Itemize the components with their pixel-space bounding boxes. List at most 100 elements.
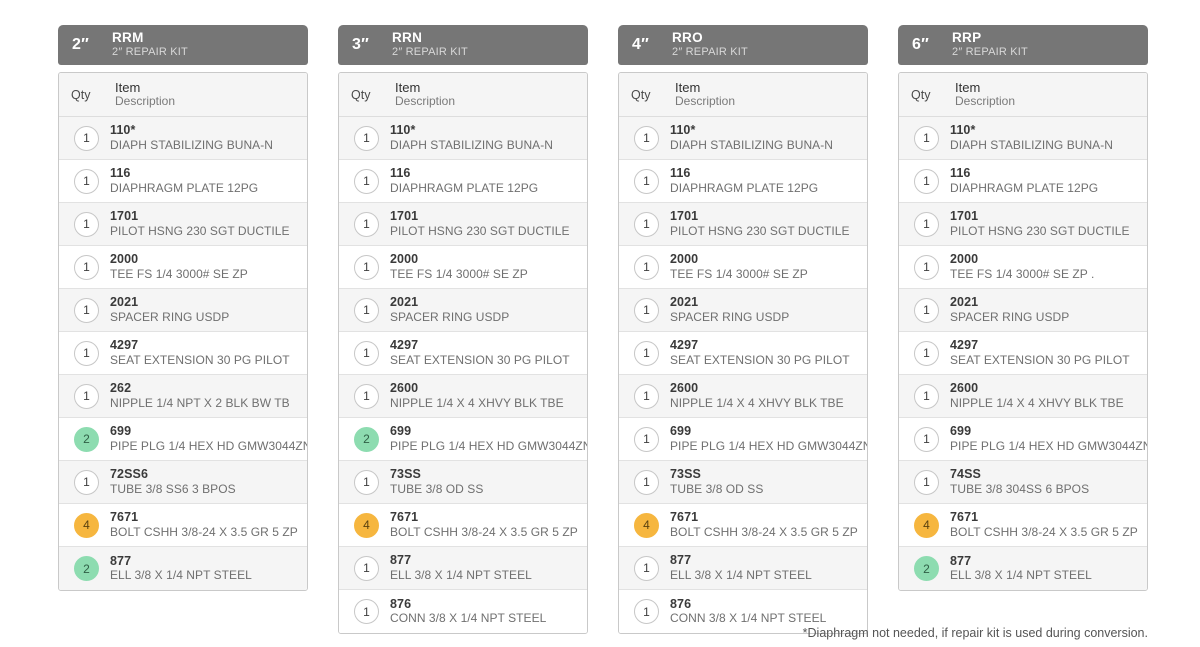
item-number: 7671 bbox=[950, 511, 979, 525]
qty-badge: 1 bbox=[74, 168, 99, 194]
qty-badge: 1 bbox=[74, 254, 99, 280]
qty-badge: 4 bbox=[354, 512, 379, 538]
qty-badge: 1 bbox=[914, 125, 939, 151]
item-number: 4297 bbox=[110, 339, 139, 353]
table-row: 4 7671 BOLT CSHH 3/8-24 X 3.5 GR 5 ZP bbox=[59, 504, 307, 547]
qty-badge: 1 bbox=[634, 254, 659, 280]
table-row: 1 2021 SPACER RING USDP bbox=[59, 289, 307, 332]
item-description: DIAPH STABILIZING BUNA-N bbox=[950, 137, 1114, 152]
item-description: DIAPH STABILIZING BUNA-N bbox=[670, 137, 834, 152]
table-row: 1 2021 SPACER RING USDP bbox=[339, 289, 587, 332]
item-description: CONN 3/8 X 1/4 NPT STEEL bbox=[670, 611, 827, 626]
item-description: SEAT EXTENSION 30 PG PILOT bbox=[110, 352, 290, 367]
kit-title-group: RRP 2″ REPAIR KIT bbox=[952, 31, 1028, 58]
qty-badge: 1 bbox=[914, 469, 939, 495]
table-row: 2 699 PIPE PLG 1/4 HEX HD GMW3044ZN bbox=[339, 418, 587, 461]
qty-badge: 1 bbox=[914, 383, 939, 409]
row-text-group: 2000 TEE FS 1/4 3000# SE ZP bbox=[379, 253, 528, 281]
qty-badge: 1 bbox=[914, 254, 939, 280]
row-text-group: 110* DIAPH STABILIZING BUNA-N bbox=[939, 124, 1113, 152]
item-number: 1701 bbox=[110, 210, 139, 224]
item-number: 877 bbox=[670, 554, 692, 568]
item-description: NIPPLE 1/4 NPT X 2 BLK BW TB bbox=[110, 395, 290, 410]
item-description: BOLT CSHH 3/8-24 X 3.5 GR 5 ZP bbox=[110, 524, 298, 539]
table-row: 1 876 CONN 3/8 X 1/4 NPT STEEL bbox=[339, 590, 587, 633]
row-text-group: 1701 PILOT HSNG 230 SGT DUCTILE bbox=[659, 210, 850, 238]
item-description: PILOT HSNG 230 SGT DUCTILE bbox=[950, 223, 1130, 238]
table-row: 1 2600 NIPPLE 1/4 X 4 XHVY BLK TBE bbox=[339, 375, 587, 418]
column-header-qty: Qty bbox=[71, 87, 91, 102]
row-text-group: 699 PIPE PLG 1/4 HEX HD GMW3044ZN bbox=[99, 425, 307, 453]
row-text-group: 116 DIAPHRAGM PLATE 12PG bbox=[379, 167, 538, 195]
kit-title-group: RRM 2″ REPAIR KIT bbox=[112, 31, 188, 58]
item-number: 7671 bbox=[390, 511, 419, 525]
kit-subtitle: 2″ REPAIR KIT bbox=[952, 45, 1028, 58]
table-row: 1 1701 PILOT HSNG 230 SGT DUCTILE bbox=[339, 203, 587, 246]
qty-badge: 1 bbox=[74, 211, 99, 237]
row-text-group: 116 DIAPHRAGM PLATE 12PG bbox=[659, 167, 818, 195]
column-header-description: Description bbox=[955, 94, 1016, 109]
row-text-group: 4297 SEAT EXTENSION 30 PG PILOT bbox=[659, 339, 850, 367]
table-row: 1 72SS6 TUBE 3/8 SS6 3 BPOS bbox=[59, 461, 307, 504]
item-description: BOLT CSHH 3/8-24 X 3.5 GR 5 ZP bbox=[670, 524, 858, 539]
table-row: 1 2000 TEE FS 1/4 3000# SE ZP bbox=[339, 246, 587, 289]
table-row: 1 262 NIPPLE 1/4 NPT X 2 BLK BW TB bbox=[59, 375, 307, 418]
item-number: 2000 bbox=[670, 253, 699, 267]
row-text-group: 2021 SPACER RING USDP bbox=[659, 296, 789, 324]
item-description: NIPPLE 1/4 X 4 XHVY BLK TBE bbox=[950, 395, 1124, 410]
item-number: 1701 bbox=[390, 210, 419, 224]
column-header-item: Item bbox=[115, 79, 141, 95]
row-text-group: 4297 SEAT EXTENSION 30 PG PILOT bbox=[99, 339, 290, 367]
qty-badge: 1 bbox=[74, 383, 99, 409]
table-row: 1 116 DIAPHRAGM PLATE 12PG bbox=[619, 160, 867, 203]
table-row: 1 2021 SPACER RING USDP bbox=[899, 289, 1147, 332]
column-header-qty: Qty bbox=[351, 87, 371, 102]
table-row: 1 1701 PILOT HSNG 230 SGT DUCTILE bbox=[59, 203, 307, 246]
row-text-group: 116 DIAPHRAGM PLATE 12PG bbox=[99, 167, 258, 195]
table-row: 1 2000 TEE FS 1/4 3000# SE ZP . bbox=[899, 246, 1147, 289]
item-number: 116 bbox=[390, 167, 411, 181]
item-description: TUBE 3/8 304SS 6 BPOS bbox=[950, 481, 1090, 496]
item-description: DIAPHRAGM PLATE 12PG bbox=[110, 180, 259, 195]
item-description: PIPE PLG 1/4 HEX HD GMW3044ZN bbox=[110, 438, 307, 453]
table-row: 1 4297 SEAT EXTENSION 30 PG PILOT bbox=[339, 332, 587, 375]
kit-size-label: 2″ bbox=[72, 36, 89, 53]
row-text-group: 699 PIPE PLG 1/4 HEX HD GMW3044ZN bbox=[379, 425, 587, 453]
item-description: TUBE 3/8 OD SS bbox=[670, 481, 764, 496]
row-text-group: 116 DIAPHRAGM PLATE 12PG bbox=[939, 167, 1098, 195]
kit-header: 6″ RRP 2″ REPAIR KIT bbox=[898, 25, 1148, 65]
row-text-group: 262 NIPPLE 1/4 NPT X 2 BLK BW TB bbox=[99, 382, 290, 410]
item-number: 72SS6 bbox=[110, 468, 149, 482]
item-number: 116 bbox=[670, 167, 691, 181]
qty-badge: 1 bbox=[634, 168, 659, 194]
row-text-group: 110* DIAPH STABILIZING BUNA-N bbox=[659, 124, 833, 152]
table-row: 4 7671 BOLT CSHH 3/8-24 X 3.5 GR 5 ZP bbox=[339, 504, 587, 547]
row-text-group: 877 ELL 3/8 X 1/4 NPT STEEL bbox=[659, 554, 812, 582]
row-text-group: 1701 PILOT HSNG 230 SGT DUCTILE bbox=[99, 210, 290, 238]
item-number: 2021 bbox=[390, 296, 419, 310]
qty-badge: 1 bbox=[354, 297, 379, 323]
qty-badge: 4 bbox=[914, 512, 939, 538]
row-text-group: 2600 NIPPLE 1/4 X 4 XHVY BLK TBE bbox=[939, 382, 1124, 410]
qty-badge: 1 bbox=[634, 426, 659, 452]
table-row: 1 110* DIAPH STABILIZING BUNA-N bbox=[619, 117, 867, 160]
row-text-group: 2600 NIPPLE 1/4 X 4 XHVY BLK TBE bbox=[659, 382, 844, 410]
item-number: 116 bbox=[950, 167, 971, 181]
parts-table: Qty Item Description 1 110* DIAPH STABILIZING… bbox=[898, 72, 1148, 591]
table-row: 2 877 ELL 3/8 X 1/4 NPT STEEL bbox=[59, 547, 307, 590]
item-description: SPACER RING USDP bbox=[670, 309, 790, 324]
qty-badge: 1 bbox=[74, 125, 99, 151]
row-text-group: 2021 SPACER RING USDP bbox=[939, 296, 1069, 324]
kit-size-label: 4″ bbox=[632, 36, 649, 53]
item-description: CONN 3/8 X 1/4 NPT STEEL bbox=[390, 611, 547, 626]
table-row: 1 2600 NIPPLE 1/4 X 4 XHVY BLK TBE bbox=[619, 375, 867, 418]
qty-badge: 1 bbox=[634, 211, 659, 237]
item-number: 110* bbox=[390, 124, 416, 138]
qty-badge: 2 bbox=[354, 426, 379, 452]
qty-badge: 1 bbox=[634, 340, 659, 366]
table-row: 1 2000 TEE FS 1/4 3000# SE ZP bbox=[619, 246, 867, 289]
item-number: 2600 bbox=[390, 382, 419, 396]
qty-badge: 1 bbox=[354, 254, 379, 280]
kit-subtitle: 2″ REPAIR KIT bbox=[112, 45, 188, 58]
item-number: 110* bbox=[110, 124, 136, 138]
